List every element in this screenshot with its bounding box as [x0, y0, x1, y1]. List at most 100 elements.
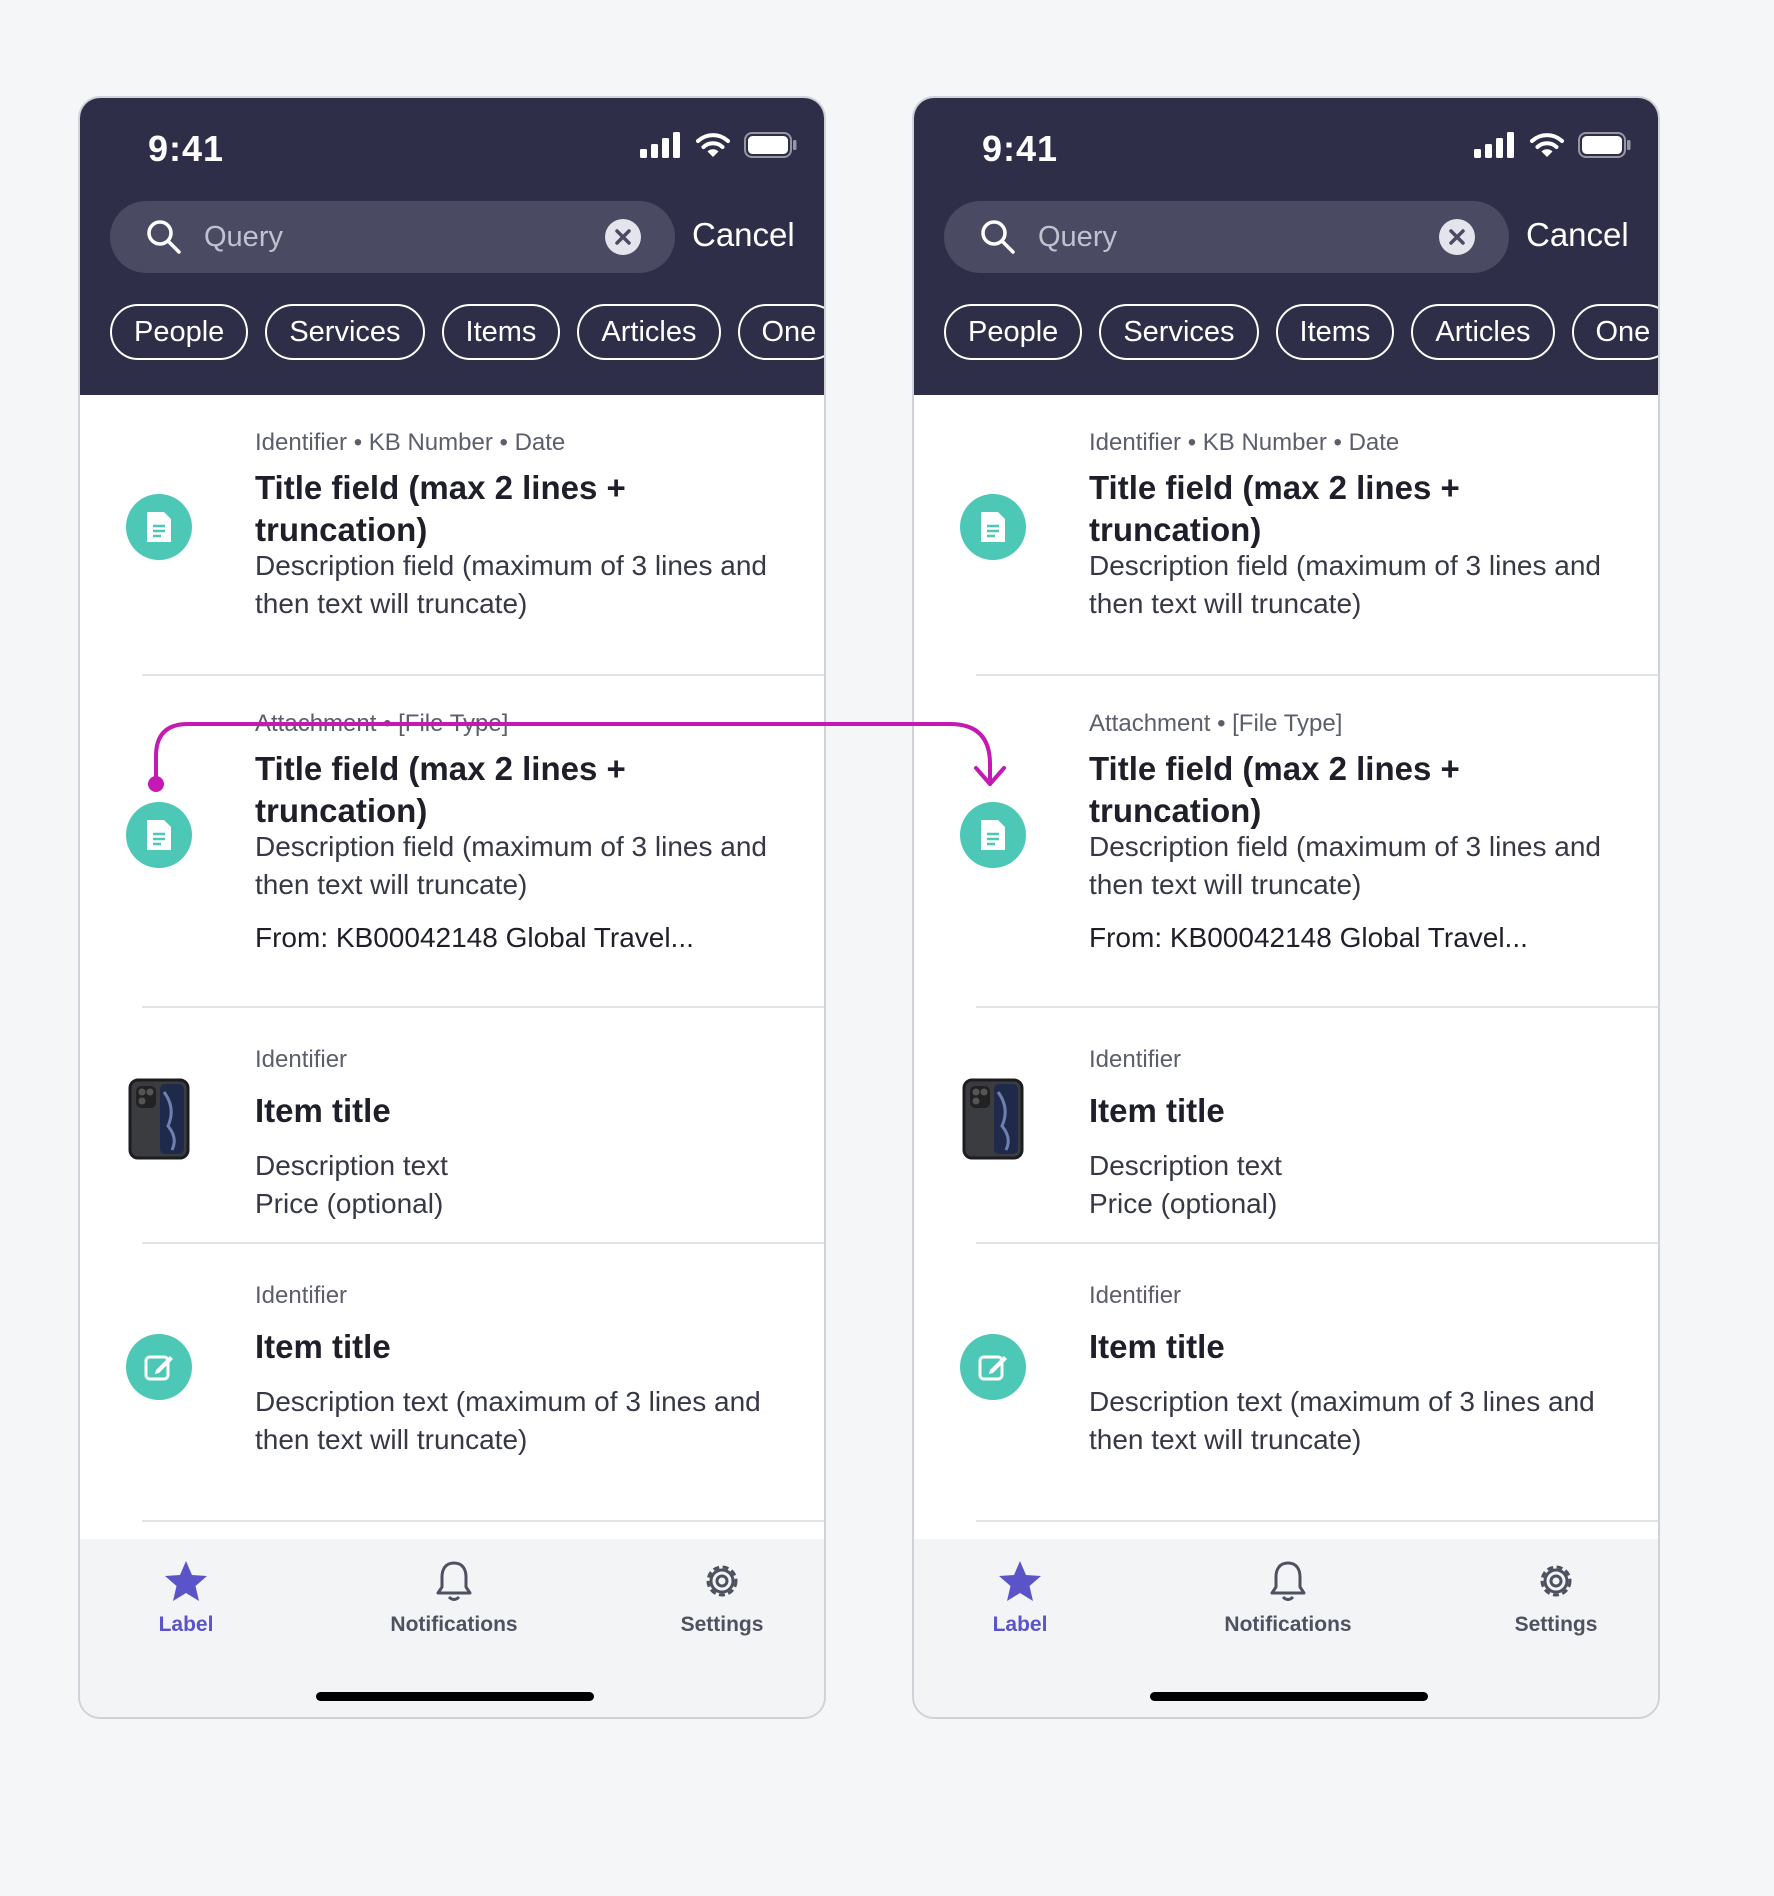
- wifi-icon: [696, 133, 730, 157]
- row-price: Price (optional): [255, 1188, 444, 1219]
- battery-icon: [744, 132, 797, 158]
- tab-label-text: Notifications: [1224, 1613, 1352, 1636]
- document-icon: [126, 802, 192, 868]
- chip-articles[interactable]: Articles: [577, 304, 721, 360]
- filter-chips: People Services Items Articles One: [944, 304, 1658, 360]
- search-bar[interactable]: [944, 201, 1509, 273]
- home-indicator: [1150, 1692, 1428, 1701]
- status-time: 9:41: [982, 128, 1059, 169]
- tab-label[interactable]: Label: [86, 1559, 286, 1637]
- tab-bar: Label Notifications Settings: [914, 1539, 1658, 1717]
- edit-icon: [960, 1334, 1026, 1400]
- header: 9:41 Query Cancel People Services Items …: [914, 98, 1658, 395]
- filter-chips: People Services Items Articles One: [110, 304, 824, 360]
- row-description: Description text: [1089, 1150, 1282, 1181]
- row-description: Description field (maximum of 3 lines an…: [255, 831, 767, 900]
- document-icon: [960, 802, 1026, 868]
- cancel-button[interactable]: Cancel: [1526, 216, 1629, 254]
- home-indicator: [316, 1692, 594, 1701]
- row-divider: [142, 1520, 824, 1522]
- product-image: [128, 1078, 190, 1160]
- tab-bar: Label Notifications Settings: [80, 1539, 824, 1717]
- bell-icon: [436, 1561, 472, 1601]
- search-icon: [147, 220, 181, 254]
- search-input[interactable]: [1038, 215, 1418, 259]
- row-meta: Identifier • KB Number • Date: [255, 429, 566, 456]
- gear-icon: [706, 1565, 738, 1597]
- chip-people[interactable]: People: [110, 304, 249, 360]
- wifi-icon: [1530, 133, 1564, 157]
- clear-search-icon[interactable]: [1439, 219, 1475, 255]
- row-title: Item title: [255, 1328, 391, 1365]
- cancel-button[interactable]: Cancel: [692, 216, 795, 254]
- product-image: [962, 1078, 1024, 1160]
- tab-label-text: Settings: [680, 1613, 764, 1636]
- row-divider: [976, 1520, 1658, 1522]
- chip-people[interactable]: People: [944, 304, 1083, 360]
- row-title: Item title: [1089, 1328, 1225, 1365]
- status-icons: [1474, 132, 1632, 158]
- tab-label[interactable]: Label: [920, 1559, 1120, 1637]
- signal-icon: [640, 132, 680, 158]
- search-icon: [981, 220, 1015, 254]
- tab-label-text: Label: [158, 1613, 214, 1636]
- row-description: Description field (maximum of 3 lines an…: [255, 550, 767, 619]
- row-title: Title field (max 2 lines + truncation): [1089, 750, 1460, 829]
- row-meta: Attachment • [File Type]: [255, 710, 509, 737]
- clear-search-icon[interactable]: [605, 219, 641, 255]
- tab-settings[interactable]: Settings: [1456, 1559, 1656, 1637]
- tab-settings[interactable]: Settings: [622, 1559, 822, 1637]
- row-price: Price (optional): [1089, 1188, 1278, 1219]
- tab-notifications[interactable]: Notifications: [354, 1559, 554, 1637]
- bell-icon: [1270, 1561, 1306, 1601]
- status-icons: [640, 132, 798, 158]
- result-row-task[interactable]: Identifier Item title Description text (…: [80, 1244, 824, 1522]
- star-icon: [165, 1561, 207, 1601]
- tab-label-text: Notifications: [390, 1613, 518, 1636]
- row-title: Item title: [255, 1092, 391, 1129]
- row-title: Title field (max 2 lines + truncation): [255, 750, 626, 829]
- result-row-attachment[interactable]: Attachment • [File Type] Title field (ma…: [914, 676, 1658, 1008]
- result-row-item[interactable]: Identifier Item title Description text P…: [80, 1008, 824, 1244]
- row-title: Item title: [1089, 1092, 1225, 1129]
- document-icon: [126, 494, 192, 560]
- search-bar[interactable]: [110, 201, 675, 273]
- tab-notifications[interactable]: Notifications: [1188, 1559, 1388, 1637]
- chip-services[interactable]: Services: [265, 304, 425, 360]
- row-description: Description field (maximum of 3 lines an…: [1089, 831, 1601, 900]
- row-description: Description field (maximum of 3 lines an…: [1089, 550, 1601, 619]
- chip-one[interactable]: One: [1571, 304, 1658, 360]
- star-icon: [999, 1561, 1041, 1601]
- row-meta: Identifier: [1089, 1046, 1182, 1073]
- phone-screen-right: 9:41 Query Cancel People Services Items …: [912, 96, 1660, 1719]
- row-source: From: KB00042148 Global Travel...: [1089, 922, 1528, 953]
- result-row-kb[interactable]: Identifier • KB Number • Date Title fiel…: [914, 395, 1658, 676]
- row-title: Title field (max 2 lines + truncation): [1089, 469, 1460, 548]
- signal-icon: [1474, 132, 1514, 158]
- search-input[interactable]: [204, 215, 584, 259]
- result-row-kb[interactable]: Identifier • KB Number • Date Title fiel…: [80, 395, 824, 676]
- result-row-attachment[interactable]: Attachment • [File Type] Title field (ma…: [80, 676, 824, 1008]
- chip-services[interactable]: Services: [1099, 304, 1259, 360]
- header: 9:41 Query Cancel People Services Items …: [80, 98, 824, 395]
- chip-items[interactable]: Items: [441, 304, 561, 360]
- chip-one[interactable]: One: [737, 304, 824, 360]
- phone-screen-left: 9:41 Query Cancel People Services Items …: [78, 96, 826, 1719]
- row-meta: Identifier: [255, 1282, 348, 1309]
- row-description: Description text (maximum of 3 lines and…: [1089, 1386, 1595, 1455]
- result-row-task[interactable]: Identifier Item title Description text (…: [914, 1244, 1658, 1522]
- tab-label-text: Label: [992, 1613, 1048, 1636]
- status-time: 9:41: [148, 128, 225, 169]
- row-meta: Attachment • [File Type]: [1089, 710, 1343, 737]
- battery-icon: [1578, 132, 1631, 158]
- chip-articles[interactable]: Articles: [1411, 304, 1555, 360]
- document-icon: [960, 494, 1026, 560]
- row-meta: Identifier: [255, 1046, 348, 1073]
- row-title: Title field (max 2 lines + truncation): [255, 469, 626, 548]
- result-row-item[interactable]: Identifier Item title Description text P…: [914, 1008, 1658, 1244]
- row-meta: Identifier • KB Number • Date: [1089, 429, 1400, 456]
- row-meta: Identifier: [1089, 1282, 1182, 1309]
- tab-label-text: Settings: [1514, 1613, 1598, 1636]
- chip-items[interactable]: Items: [1275, 304, 1395, 360]
- row-source: From: KB00042148 Global Travel...: [255, 922, 694, 953]
